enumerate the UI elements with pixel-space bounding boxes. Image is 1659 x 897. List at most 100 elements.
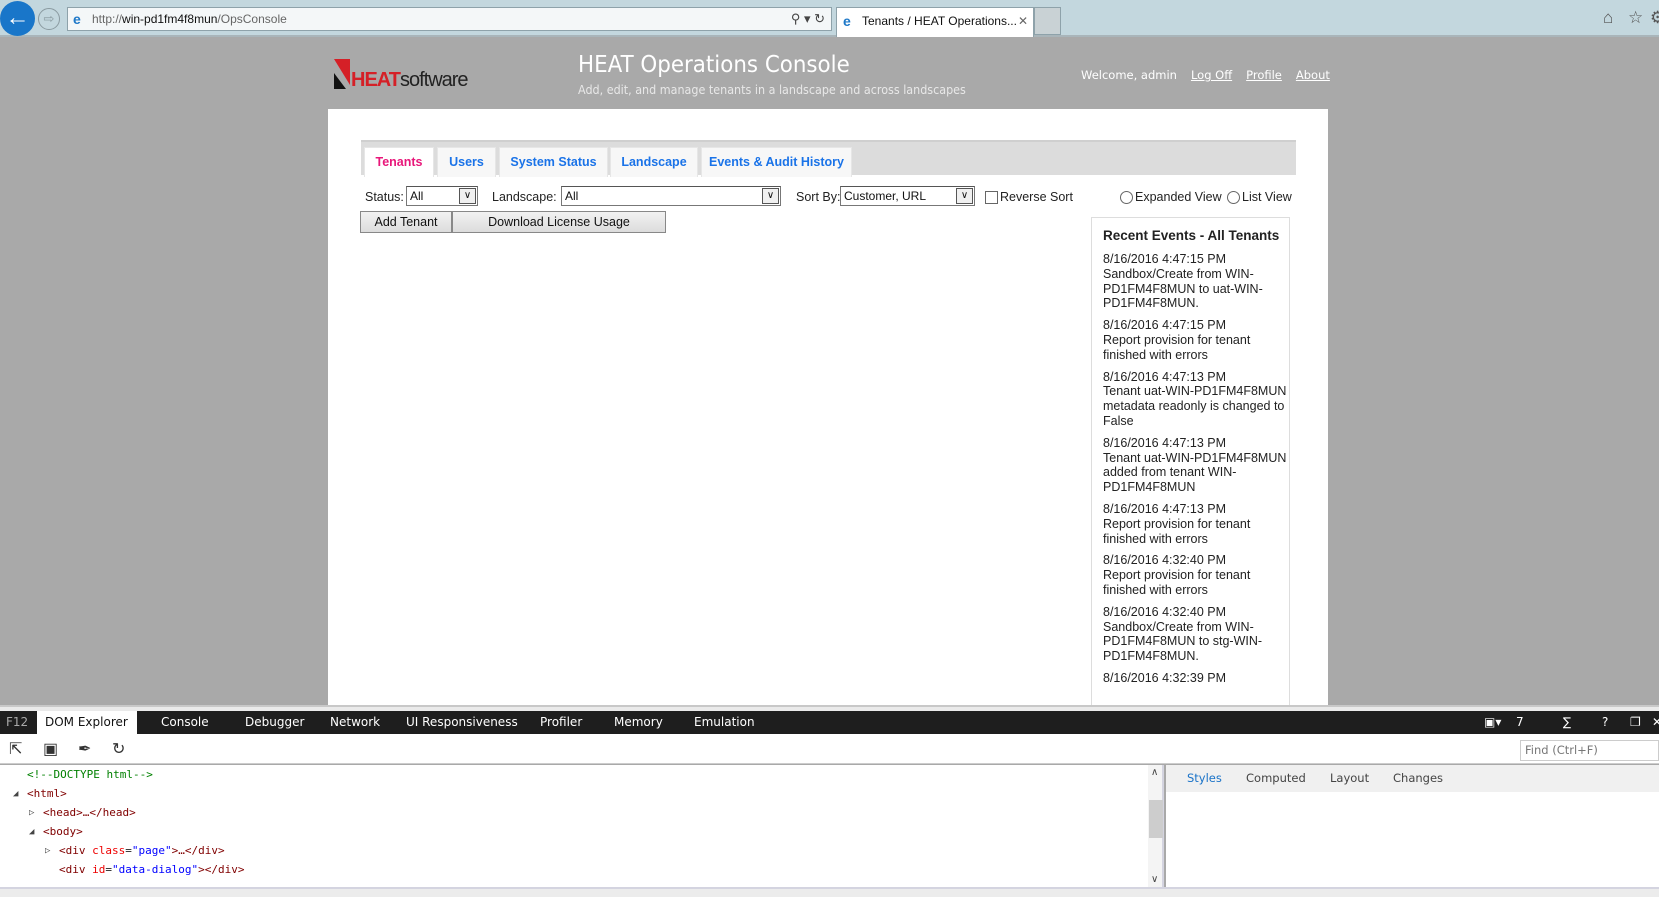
close-devtools-icon[interactable]: ✕ <box>1652 711 1659 734</box>
chevron-down-icon: ∨ <box>762 188 779 204</box>
close-tab-icon[interactable]: ✕ <box>1018 8 1028 35</box>
recent-events-panel: Recent Events - All Tenants 8/16/2016 4:… <box>1091 217 1290 709</box>
scrollbar-thumb[interactable] <box>1149 800 1163 838</box>
dom-node-doctype[interactable]: <!--DOCTYPE html--> <box>27 765 153 784</box>
devtools-tab-bar: F12 DOM Explorer Console Debugger Networ… <box>0 711 1659 734</box>
about-link[interactable]: About <box>1296 68 1330 82</box>
home-icon[interactable]: ⌂ <box>1603 8 1613 28</box>
event-item: 8/16/2016 4:32:40 PM Sandbox/Create from … <box>1103 605 1288 664</box>
devtools-tab-network[interactable]: Network <box>330 711 380 734</box>
logo-heat: HEAT <box>351 69 401 91</box>
help-icon[interactable]: ? <box>1602 711 1608 734</box>
header-links: Welcome, admin Log Off Profile About <box>1081 68 1330 82</box>
highlight-elements-icon[interactable]: ▣ <box>43 739 58 759</box>
event-time: 8/16/2016 4:47:15 PM <box>1103 252 1227 266</box>
devtools-toolbar: ⇱ ▣ ✒ ↻ <box>0 734 1659 764</box>
event-item: 8/16/2016 4:47:15 PM Report provision for… <box>1103 318 1288 362</box>
event-time: 8/16/2016 4:32:40 PM <box>1103 553 1227 568</box>
event-time: 8/16/2016 4:47:13 PM <box>1103 369 1227 384</box>
event-text: Report provision for tenant finished wit… <box>1103 568 1251 597</box>
scroll-up-icon[interactable]: ∧ <box>1151 767 1158 778</box>
event-text: Tenant uat-WIN-PD1FM4F8MUN added from te… <box>1103 450 1287 495</box>
browser-tab-active[interactable]: e Tenants / HEAT Operations... ✕ <box>836 7 1034 37</box>
gear-icon[interactable]: ⚙ <box>1650 8 1659 28</box>
log-off-link[interactable]: Log Off <box>1191 68 1232 82</box>
reverse-sort-checkbox[interactable] <box>985 191 998 204</box>
landscape-label: Landscape: <box>492 190 557 204</box>
dom-node-head[interactable]: <head>…</head> <box>43 803 136 822</box>
browser-profile-icon[interactable]: ▣▾ <box>1484 711 1501 734</box>
tab-title: Tenants / HEAT Operations... <box>862 14 1017 28</box>
favorites-star-icon[interactable]: ☆ <box>1628 8 1643 28</box>
status-select[interactable]: All ∨ <box>406 186 478 206</box>
refresh-dom-icon[interactable]: ↻ <box>112 739 125 759</box>
devtools-tab-memory[interactable]: Memory <box>614 711 663 734</box>
ie-icon: e <box>843 13 851 29</box>
event-text: Report provision for tenant finished wit… <box>1103 516 1251 546</box>
document-mode-value[interactable]: 7 <box>1516 711 1524 734</box>
tab-styles[interactable]: Styles <box>1187 771 1222 785</box>
welcome-text: Welcome, admin <box>1081 68 1177 82</box>
undock-icon[interactable]: ❐ <box>1630 711 1641 734</box>
forward-button[interactable]: ⇨ <box>38 8 60 30</box>
event-text: Sandbox/Create from WIN-PD1FM4F8MUN to s… <box>1103 619 1263 664</box>
tab-events-audit-history[interactable]: Events & Audit History <box>701 147 852 177</box>
status-value: All <box>410 189 424 203</box>
expanded-view-radio[interactable] <box>1120 191 1133 204</box>
tab-system-status[interactable]: System Status <box>499 147 608 177</box>
event-item: 8/16/2016 4:32:39 PM <box>1103 671 1288 686</box>
dom-tree: <!--DOCTYPE html--> ◢ <html> ▷ <head>…</… <box>0 765 1148 887</box>
address-bar[interactable]: e http://win-pd1fm4f8mun/OpsConsole ⚲ ▾ … <box>67 7 832 31</box>
new-tab-button[interactable] <box>1034 7 1061 35</box>
list-view-label: List View <box>1242 190 1292 204</box>
page-subtitle: Add, edit, and manage tenants in a lands… <box>578 83 966 97</box>
event-item: 8/16/2016 4:47:13 PM Report provision for… <box>1103 502 1288 546</box>
devtools-tab-dom-explorer[interactable]: DOM Explorer <box>37 711 137 734</box>
event-text: Tenant uat-WIN-PD1FM4F8MUN metadata read… <box>1103 384 1287 428</box>
page-title: HEAT Operations Console <box>578 52 850 78</box>
tab-users[interactable]: Users <box>437 147 496 177</box>
find-input[interactable]: Find (Ctrl+F) <box>1520 740 1659 761</box>
ie-icon: e <box>73 11 81 27</box>
download-license-usage-button[interactable]: Download License Usage <box>452 211 666 233</box>
dom-node-div-data-dialog[interactable]: <div id="data-dialog"></div> <box>59 860 244 879</box>
collapsed-triangle-icon[interactable]: ▷ <box>29 808 34 818</box>
dom-node-body[interactable]: <body> <box>43 822 83 841</box>
event-item: 8/16/2016 4:47:15 PM Sandbox/Create from … <box>1103 252 1288 311</box>
collapsed-triangle-icon[interactable]: ▷ <box>45 846 50 856</box>
event-text: Report provision for tenant finished wit… <box>1103 332 1251 362</box>
event-time: 8/16/2016 4:47:15 PM <box>1103 318 1227 333</box>
sort-by-select[interactable]: Customer, URL ∨ <box>840 186 975 206</box>
add-tenant-button[interactable]: Add Tenant <box>360 211 452 233</box>
url-host: win-pd1fm4f8mun <box>122 12 218 26</box>
recent-events-title: Recent Events - All Tenants <box>1103 228 1280 243</box>
scroll-down-icon[interactable]: ∨ <box>1151 874 1158 885</box>
tab-landscape[interactable]: Landscape <box>610 147 698 177</box>
back-button[interactable]: ← <box>0 1 35 36</box>
tab-layout[interactable]: Layout <box>1330 771 1369 785</box>
profile-link[interactable]: Profile <box>1246 68 1282 82</box>
devtools-tab-ui-responsiveness[interactable]: UI Responsiveness <box>406 711 518 734</box>
tab-computed[interactable]: Computed <box>1246 771 1306 785</box>
color-picker-icon[interactable]: ✒ <box>78 739 91 759</box>
dom-node-html[interactable]: <html> <box>27 784 67 803</box>
devtools-tab-console[interactable]: Console <box>161 711 209 734</box>
console-toggle-icon[interactable]: ∑ <box>1563 711 1571 734</box>
expanded-triangle-icon[interactable]: ◢ <box>13 789 18 799</box>
dom-node-div-page[interactable]: <div class="page">…</div> <box>59 841 225 860</box>
devtools-tab-profiler[interactable]: Profiler <box>540 711 582 734</box>
event-item: 8/16/2016 4:47:13 PM Tenant uat-WIN-PD1FM… <box>1103 370 1288 429</box>
landscape-select[interactable]: All ∨ <box>561 186 781 206</box>
devtools-tab-emulation[interactable]: Emulation <box>694 711 755 734</box>
event-item: 8/16/2016 4:32:40 PM Report provision for… <box>1103 553 1288 597</box>
event-item: 8/16/2016 4:47:13 PM Tenant uat-WIN-PD1FM… <box>1103 436 1288 495</box>
tab-tenants[interactable]: Tenants <box>364 147 434 177</box>
expanded-triangle-icon[interactable]: ◢ <box>29 827 34 837</box>
tab-changes[interactable]: Changes <box>1393 771 1443 785</box>
tab-strip: Tenants Users System Status Landscape Ev… <box>361 140 1296 177</box>
search-refresh-icons[interactable]: ⚲ ▾ ↻ <box>791 8 825 30</box>
select-element-icon[interactable]: ⇱ <box>9 739 22 759</box>
devtools-tab-debugger[interactable]: Debugger <box>245 711 304 734</box>
reverse-sort-label: Reverse Sort <box>1000 190 1073 204</box>
list-view-radio[interactable] <box>1227 191 1240 204</box>
